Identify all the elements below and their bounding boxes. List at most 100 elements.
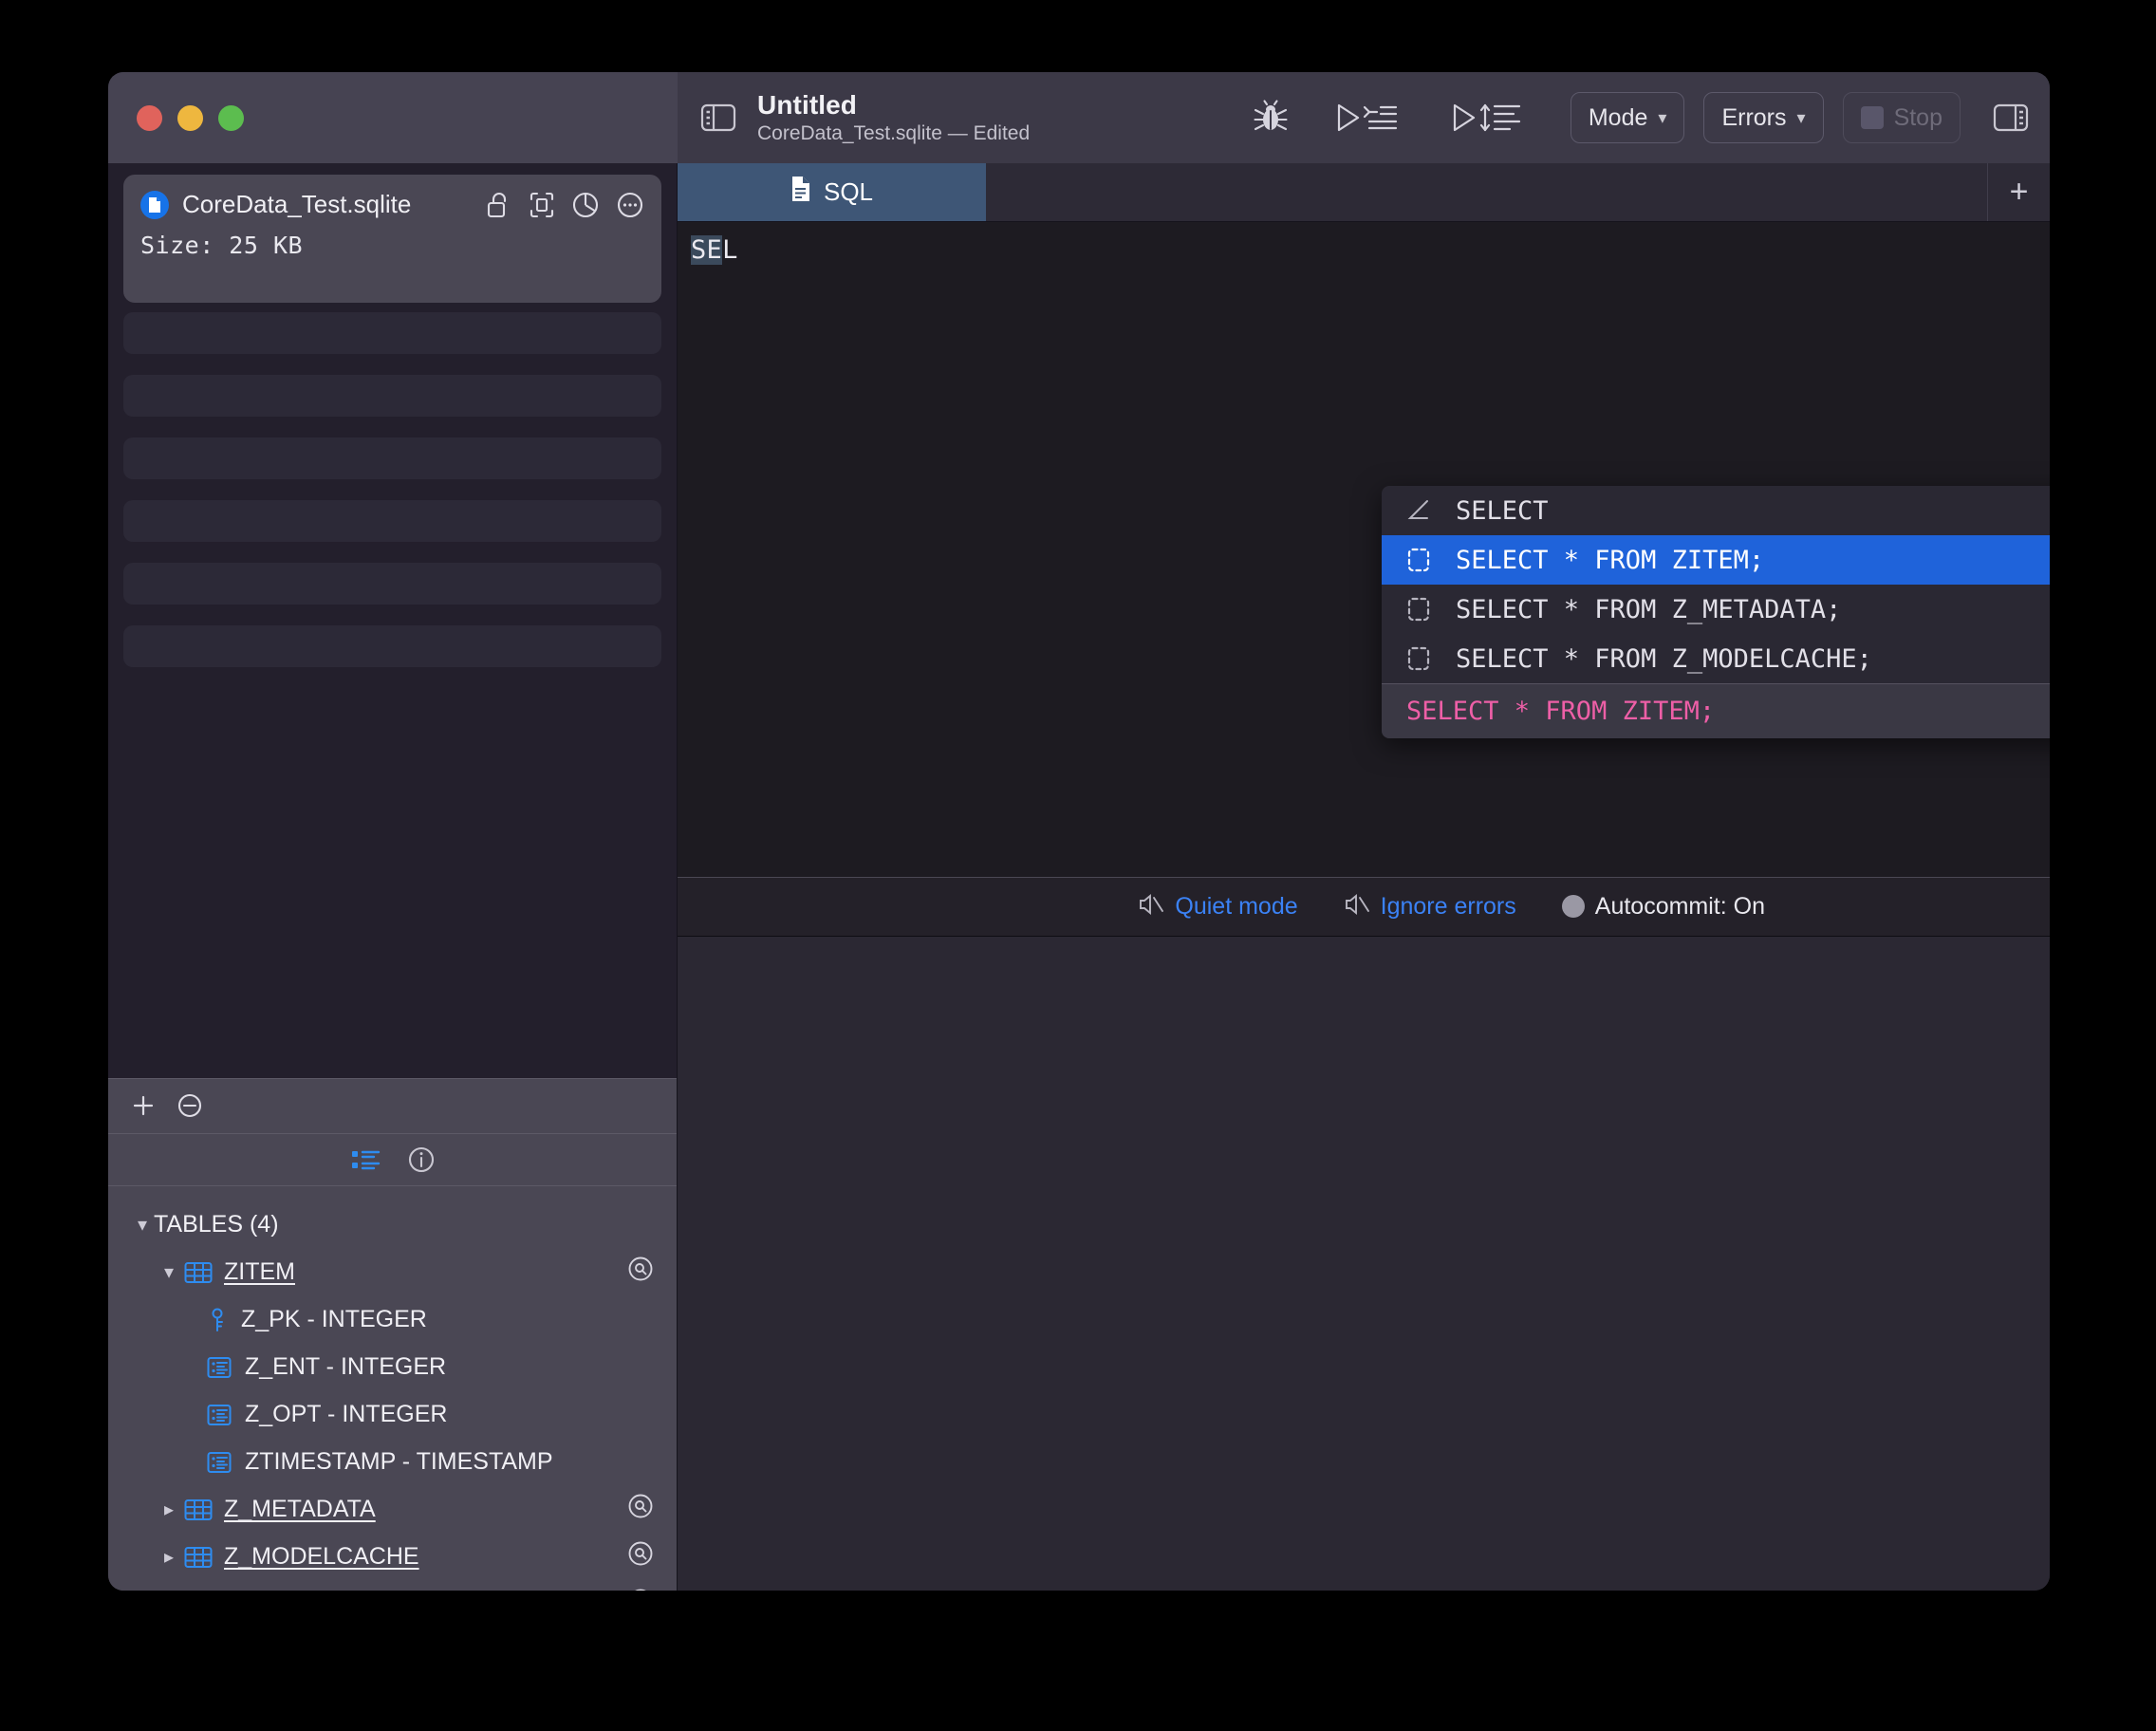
sql-editor[interactable]: SEL SELECT SELECT * FROM ZITEM; SELECT *… xyxy=(678,222,2050,877)
autocommit-label: Autocommit: On xyxy=(1594,892,1765,920)
pie-chart-icon[interactable] xyxy=(571,191,600,219)
titlebar-left-region xyxy=(108,72,678,163)
search-table-icon[interactable] xyxy=(627,1256,654,1289)
list-item xyxy=(123,312,661,354)
autocomplete-preview: SELECT * FROM ZITEM; xyxy=(1382,683,2050,738)
column-icon xyxy=(207,1451,232,1474)
sidebar-placeholder-rows xyxy=(108,303,677,688)
search-table-icon[interactable] xyxy=(627,1540,654,1573)
tree-column-label: Z_ENT - INTEGER xyxy=(245,1353,447,1380)
search-table-icon[interactable] xyxy=(627,1493,654,1526)
close-window-button[interactable] xyxy=(137,104,162,131)
ignore-errors-toggle[interactable]: Ignore errors xyxy=(1344,892,1516,921)
errors-dropdown-button[interactable]: Errors ▾ xyxy=(1703,92,1824,143)
autocomplete-option-select-z-metadata[interactable]: SELECT * FROM Z_METADATA; xyxy=(1382,585,2050,634)
autocomplete-option-label: SELECT * FROM Z_METADATA; xyxy=(1456,594,1842,624)
editor-code-line: SEL xyxy=(691,235,738,265)
list-item xyxy=(123,437,661,479)
tab-label: SQL xyxy=(823,177,874,206)
play-execute-icon[interactable] xyxy=(1333,99,1400,137)
sidebar: CoreData_Test.sqlite Size: 25 KB ▾ TABLE… xyxy=(108,163,678,1591)
duplicate-icon[interactable] xyxy=(529,191,555,219)
chevron-down-icon[interactable]: ▾ xyxy=(158,1260,180,1284)
tree-column-z-pk[interactable]: Z_PK - INTEGER xyxy=(108,1296,677,1344)
titlebar-right-region: Untitled CoreData_Test.sqlite — Edited M… xyxy=(678,72,2050,163)
file-card-header: CoreData_Test.sqlite xyxy=(140,190,644,219)
remove-database-button[interactable] xyxy=(177,1092,203,1119)
editor-selected-text: SE xyxy=(691,235,723,265)
window-body: CoreData_Test.sqlite Size: 25 KB ▾ TABLE… xyxy=(108,163,2050,1591)
placeholder-box-icon xyxy=(1406,645,1431,672)
list-item xyxy=(123,375,661,417)
tree-item-z-primarykey[interactable]: ▸ Z_PRIMARYKEY xyxy=(108,1581,677,1591)
chevron-down-icon[interactable]: ▾ xyxy=(131,1213,154,1237)
zoom-window-button[interactable] xyxy=(218,104,244,131)
stop-square-icon xyxy=(1860,106,1884,129)
list-item xyxy=(123,500,661,542)
tree-item-label: Z_MODELCACHE xyxy=(224,1543,419,1570)
editor-status-bar: Quiet mode Ignore errors Autocommit: On xyxy=(678,876,2050,936)
tree-item-label: Z_METADATA xyxy=(224,1496,376,1522)
page-title: Untitled xyxy=(757,90,858,121)
autocommit-status[interactable]: Autocommit: On xyxy=(1561,892,1765,921)
stop-label: Stop xyxy=(1893,103,1942,131)
document-subtitle: CoreData_Test.sqlite — Edited xyxy=(757,122,1031,145)
autocomplete-popup[interactable]: SELECT SELECT * FROM ZITEM; SELECT * FRO… xyxy=(1382,486,2050,738)
chevron-right-icon[interactable]: ▸ xyxy=(158,1498,180,1521)
quiet-mode-label: Quiet mode xyxy=(1175,892,1298,920)
tree-item-label: ZITEM xyxy=(224,1258,295,1285)
editor-typed-text: L xyxy=(722,235,738,265)
tree-column-z-ent[interactable]: Z_ENT - INTEGER xyxy=(108,1344,677,1391)
stop-button[interactable]: Stop xyxy=(1842,92,1961,143)
document-title-block: Untitled CoreData_Test.sqlite — Edited xyxy=(757,89,1030,146)
bug-icon[interactable] xyxy=(1252,99,1290,137)
play-execute-all-icon[interactable] xyxy=(1451,98,1523,138)
list-view-icon[interactable] xyxy=(350,1146,381,1173)
minimize-window-button[interactable] xyxy=(177,104,203,131)
search-table-icon[interactable] xyxy=(627,1588,654,1591)
tree-column-label: Z_OPT - INTEGER xyxy=(245,1401,448,1427)
tree-item-zitem[interactable]: ▾ ZITEM xyxy=(108,1249,677,1296)
info-icon[interactable] xyxy=(407,1145,436,1174)
mode-dropdown-button[interactable]: Mode ▾ xyxy=(1570,92,1685,143)
schema-tree: ▾ TABLES (4) ▾ ZITEM Z_PK - INTEGER Z_EN… xyxy=(108,1185,677,1591)
sidebar-view-mode-bar xyxy=(108,1132,677,1186)
right-inspector-toggle-icon[interactable] xyxy=(1993,102,2029,133)
autocomplete-option-select[interactable]: SELECT xyxy=(1382,486,2050,535)
toolbar-actions: Mode ▾ Errors ▾ Stop xyxy=(1252,92,2029,143)
tree-column-z-opt[interactable]: Z_OPT - INTEGER xyxy=(108,1391,677,1439)
angle-snippet-icon xyxy=(1406,498,1431,523)
chevron-down-icon: ▾ xyxy=(1796,107,1806,127)
left-sidebar-toggle-icon[interactable] xyxy=(700,102,736,133)
unlock-icon[interactable] xyxy=(486,191,512,219)
column-icon xyxy=(207,1356,232,1379)
autocomplete-option-label: SELECT xyxy=(1456,495,1549,526)
database-file-card[interactable]: CoreData_Test.sqlite Size: 25 KB xyxy=(123,175,661,303)
database-file-size: Size: 25 KB xyxy=(140,232,304,259)
ignore-errors-label: Ignore errors xyxy=(1380,892,1516,920)
quiet-mode-toggle[interactable]: Quiet mode xyxy=(1138,892,1298,921)
chevron-right-icon[interactable]: ▸ xyxy=(158,1545,180,1569)
status-dot-icon xyxy=(1561,895,1585,918)
tree-column-ztimestamp[interactable]: ZTIMESTAMP - TIMESTAMP xyxy=(108,1439,677,1486)
autocomplete-option-select-zitem[interactable]: SELECT * FROM ZITEM; xyxy=(1382,535,2050,585)
mute-icon xyxy=(1344,892,1370,921)
tree-item-z-modelcache[interactable]: ▸ Z_MODELCACHE xyxy=(108,1534,677,1581)
list-item xyxy=(123,563,661,605)
tree-group-tables[interactable]: ▾ TABLES (4) xyxy=(108,1201,677,1249)
add-database-button[interactable] xyxy=(131,1093,156,1118)
tab-bar-empty-area xyxy=(986,163,1988,221)
column-icon xyxy=(207,1404,232,1426)
table-icon xyxy=(184,1261,213,1284)
autocomplete-option-label: SELECT * FROM ZITEM; xyxy=(1456,545,1765,575)
tree-item-z-metadata[interactable]: ▸ Z_METADATA xyxy=(108,1486,677,1534)
sidebar-add-remove-bar xyxy=(108,1077,677,1133)
more-ellipsis-icon[interactable] xyxy=(616,191,644,219)
editor-pane: SQL + SEL SELECT SELECT * FROM ZITEM; SE… xyxy=(678,163,2050,1591)
autocomplete-option-select-z-modelcache[interactable]: SELECT * FROM Z_MODELCACHE; xyxy=(1382,634,2050,683)
tab-sql[interactable]: SQL xyxy=(678,163,986,221)
tree-column-label: Z_PK - INTEGER xyxy=(241,1306,427,1332)
title-bar: Untitled CoreData_Test.sqlite — Edited M… xyxy=(108,72,2050,163)
add-tab-button[interactable]: + xyxy=(1988,163,2050,221)
tab-bar: SQL + xyxy=(678,163,2050,222)
